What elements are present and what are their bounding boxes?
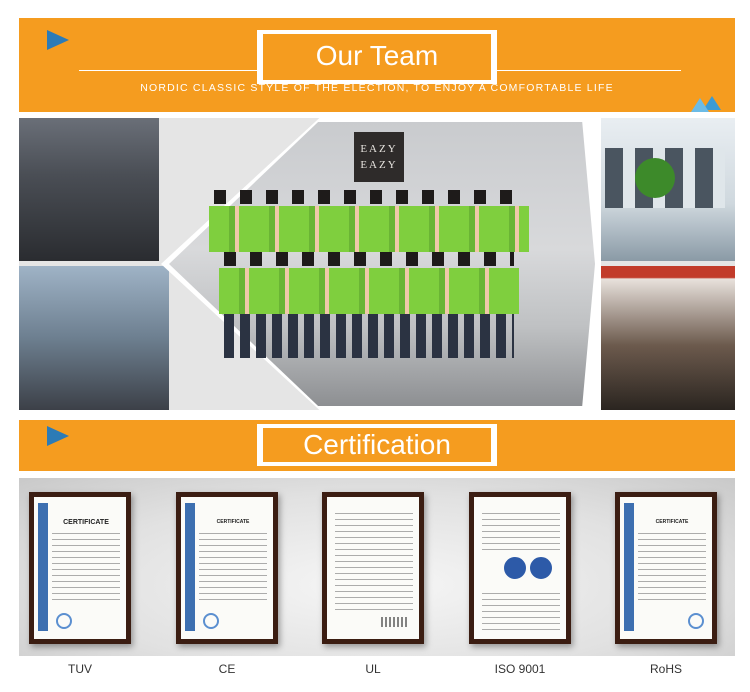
seal-icon: [504, 557, 526, 579]
group-back-row: [209, 206, 529, 252]
flag-icon: [47, 30, 69, 50]
stamp-icon: [381, 617, 409, 627]
cert-label-ul: UL: [365, 662, 381, 676]
certificate-text-lines: [482, 513, 560, 553]
cert-title-box: Certification: [257, 424, 497, 466]
seal-icon: [203, 613, 219, 629]
certificate-heading: CERTIFICATE: [63, 519, 109, 526]
cert-label-rohs: RoHS: [649, 662, 682, 676]
seal-icon: [688, 613, 704, 629]
certificate-text-lines: [638, 533, 706, 603]
certificate-frame-tuv: CERTIFICATE: [29, 492, 131, 644]
group-front-row: [219, 268, 519, 314]
cert-label-ce: CE: [218, 662, 236, 676]
certificates-strip: CERTIFICATE CERTIFICATE CERTIFICATE: [19, 478, 735, 656]
certificate-paper: [327, 497, 419, 639]
certificate-frame-iso9001: [469, 492, 571, 644]
certificate-text-lines: [52, 533, 120, 603]
seal-icon: [56, 613, 72, 629]
certificate-paper: CERTIFICATE: [181, 497, 273, 639]
flag-icon: [47, 426, 69, 446]
team-photo-training: [585, 266, 735, 410]
seal-icon-2: [530, 557, 552, 579]
logo-line-2: EAZY: [360, 159, 398, 171]
divider-right: [491, 70, 681, 71]
team-subtitle: NORDIC CLASSIC STYLE OF THE ELECTION, TO…: [140, 82, 614, 94]
certificate-frame-ul: [322, 492, 424, 644]
certificate-side-bar: [624, 503, 634, 631]
team-banner: Our Team NORDIC CLASSIC STYLE OF THE ELE…: [19, 18, 735, 112]
logo-line-1: EAZY: [360, 143, 398, 155]
certificate-side-bar: [185, 503, 195, 631]
cert-title: Certification: [303, 429, 451, 460]
certificate-paper: [474, 497, 566, 639]
certificate-text-lines: [335, 513, 413, 613]
certificate-heading: CERTIFICATE: [216, 519, 250, 525]
group-front-row-heads: [224, 252, 514, 266]
mountain-icon-small: [691, 98, 709, 112]
team-photo-office-desks: [595, 118, 735, 261]
plant: [635, 158, 675, 198]
divider-left: [79, 70, 264, 71]
team-title-box: Our Team: [257, 30, 497, 84]
group-back-row-heads: [214, 190, 524, 204]
team-photo-collage: EAZY EAZY: [19, 118, 735, 410]
certificate-heading: CERTIFICATE: [655, 519, 689, 525]
team-title: Our Team: [315, 40, 439, 71]
certificate-text-lines-2: [482, 593, 560, 633]
certificate-side-bar: [38, 503, 48, 631]
certificate-paper: CERTIFICATE: [34, 497, 126, 639]
cert-label-iso9001: ISO 9001: [494, 662, 546, 676]
certificate-frame-ce: CERTIFICATE: [176, 492, 278, 644]
cert-banner: Certification: [19, 420, 735, 471]
team-photo-office-group: [19, 118, 159, 261]
certificate-paper: CERTIFICATE: [620, 497, 712, 639]
certificate-frame-rohs: CERTIFICATE: [615, 492, 717, 644]
certificate-text-lines: [199, 533, 267, 603]
team-photo-workshop: [19, 266, 169, 410]
eazy-logo: EAZY EAZY: [354, 132, 404, 182]
group-legs: [224, 314, 514, 358]
cert-label-tuv: TUV: [68, 662, 92, 676]
